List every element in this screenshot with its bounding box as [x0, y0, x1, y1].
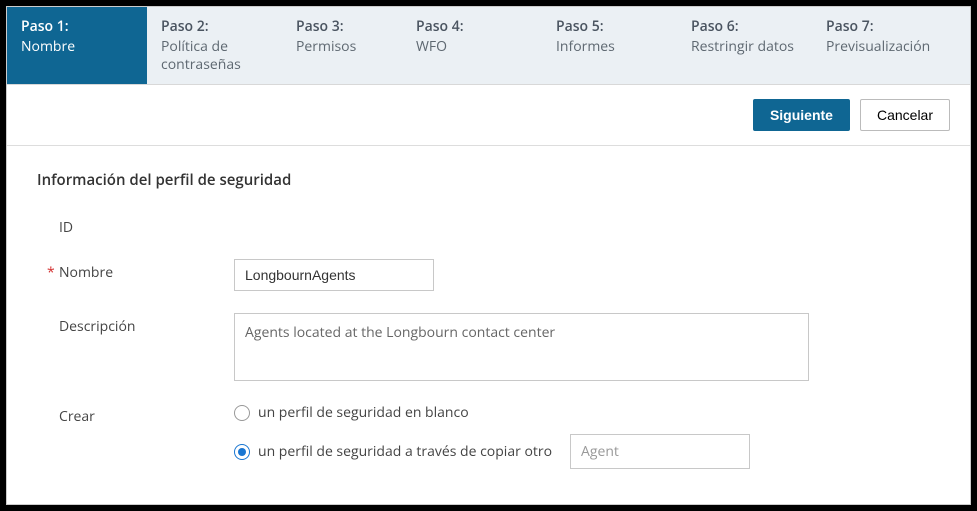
name-label: Nombre	[59, 259, 234, 282]
step-4-sub: WFO	[416, 38, 528, 56]
name-input[interactable]	[234, 259, 434, 291]
cancel-button[interactable]: Cancelar	[860, 99, 950, 131]
radio-copy-item[interactable]: un perfil de seguridad a través de copia…	[234, 434, 750, 469]
step-6[interactable]: Paso 6: Restringir datos	[677, 7, 812, 84]
step-3[interactable]: Paso 3: Permisos	[282, 7, 402, 84]
step-4-title: Paso 4:	[416, 17, 528, 36]
create-row: Crear un perfil de seguridad en blanco u…	[37, 403, 940, 469]
create-label: Crear	[59, 403, 234, 426]
step-2-title: Paso 2:	[161, 17, 268, 36]
step-1[interactable]: Paso 1: Nombre	[7, 7, 147, 84]
radio-copy[interactable]	[234, 444, 250, 460]
radio-blank-label: un perfil de seguridad en blanco	[258, 403, 469, 422]
step-2-sub: Política de contraseñas	[161, 38, 268, 74]
radio-copy-label: un perfil de seguridad a través de copia…	[258, 442, 552, 461]
step-7-title: Paso 7:	[826, 17, 930, 36]
description-input[interactable]	[234, 313, 809, 381]
step-5-sub: Informes	[556, 38, 663, 56]
step-5-title: Paso 5:	[556, 17, 663, 36]
id-row: ID	[37, 214, 940, 237]
description-row: Descripción	[37, 313, 940, 381]
next-button[interactable]: Siguiente	[753, 99, 850, 131]
step-2[interactable]: Paso 2: Política de contraseñas	[147, 7, 282, 84]
step-4[interactable]: Paso 4: WFO	[402, 7, 542, 84]
step-3-sub: Permisos	[296, 38, 388, 56]
radio-blank-item[interactable]: un perfil de seguridad en blanco	[234, 403, 750, 422]
step-6-title: Paso 6:	[691, 17, 798, 36]
step-7-sub: Previsualización	[826, 38, 930, 56]
id-label: ID	[59, 214, 234, 237]
step-3-title: Paso 3:	[296, 17, 388, 36]
step-7[interactable]: Paso 7: Previsualización	[812, 7, 944, 84]
action-bar: Siguiente Cancelar	[7, 85, 970, 146]
copy-source-select[interactable]: Agent	[570, 434, 750, 469]
step-1-sub: Nombre	[21, 38, 133, 56]
step-6-sub: Restringir datos	[691, 38, 798, 56]
radio-blank[interactable]	[234, 405, 250, 421]
description-label: Descripción	[59, 313, 234, 336]
wizard-container: Paso 1: Nombre Paso 2: Política de contr…	[6, 6, 971, 505]
name-row: Nombre	[37, 259, 940, 291]
wizard-steps: Paso 1: Nombre Paso 2: Política de contr…	[7, 7, 970, 85]
step-5[interactable]: Paso 5: Informes	[542, 7, 677, 84]
section-title: Información del perfil de seguridad	[37, 170, 940, 190]
form-section: Información del perfil de seguridad ID N…	[7, 146, 970, 505]
create-radio-group: un perfil de seguridad en blanco un perf…	[234, 403, 750, 469]
step-1-title: Paso 1:	[21, 17, 133, 36]
